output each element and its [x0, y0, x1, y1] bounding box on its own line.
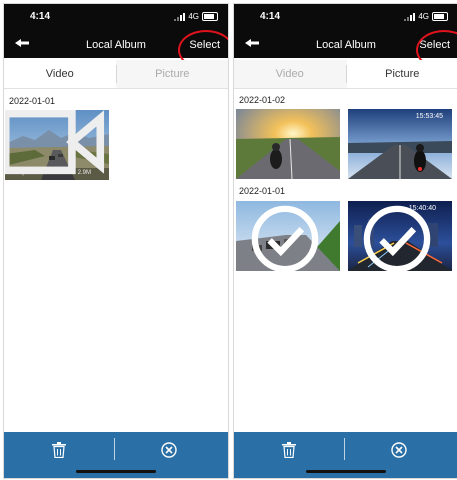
photo-thumbnail[interactable] [236, 201, 340, 271]
tab-picture[interactable]: Picture [117, 60, 229, 88]
date-header: 2022-01-02 [239, 95, 286, 105]
check-icon[interactable] [348, 204, 449, 271]
video-thumbnail[interactable]: 1080p 5.1s 2.9M [5, 110, 109, 180]
top-bar: 4:14 4G Local Album Select [4, 4, 228, 70]
home-indicator [306, 470, 386, 473]
status-time: 4:14 [260, 11, 281, 22]
tab-bar: Video Picture [4, 60, 228, 89]
tab-picture[interactable]: Picture [346, 60, 457, 88]
photo-thumbnail[interactable]: 15:53:45 [348, 109, 452, 179]
trash-icon[interactable] [282, 442, 296, 458]
video-camera-icon [5, 110, 105, 175]
check-icon[interactable] [236, 204, 337, 271]
action-bar [4, 432, 228, 478]
network-label: 4G [418, 12, 429, 21]
cancel-icon[interactable] [161, 442, 177, 458]
network-label: 4G [188, 12, 199, 21]
cancel-icon[interactable] [391, 442, 407, 458]
action-bar [234, 432, 457, 478]
home-indicator [76, 470, 156, 473]
trash-icon[interactable] [52, 442, 66, 458]
date-header: 2022-01-01 [239, 186, 286, 196]
status-indicators: 4G [404, 12, 448, 21]
photo-thumbnail[interactable]: 15:40:40 [348, 201, 452, 271]
top-bar: 4:14 4G Local Album Select [234, 4, 457, 70]
status-time: 4:14 [30, 11, 51, 22]
photo-thumbnail[interactable] [236, 109, 340, 179]
battery-icon [432, 12, 448, 21]
photo-thumbnail-image [236, 109, 340, 179]
tab-bar: Video Picture [234, 60, 457, 89]
tab-video[interactable]: Video [4, 60, 116, 88]
action-divider [114, 438, 115, 460]
signal-icon [174, 12, 186, 21]
photo-timestamp: 15:53:45 [415, 113, 443, 120]
battery-icon [202, 12, 218, 21]
status-indicators: 4G [174, 12, 218, 21]
phone-screen-video: 4:14 4G Local Album Select Video Picture… [4, 4, 228, 478]
phone-screen-picture: 4:14 4G Local Album Select Video Picture… [234, 4, 457, 478]
tab-video[interactable]: Video [234, 60, 346, 88]
signal-icon [404, 12, 416, 21]
action-divider [344, 438, 345, 460]
date-header: 2022-01-01 [9, 96, 56, 106]
